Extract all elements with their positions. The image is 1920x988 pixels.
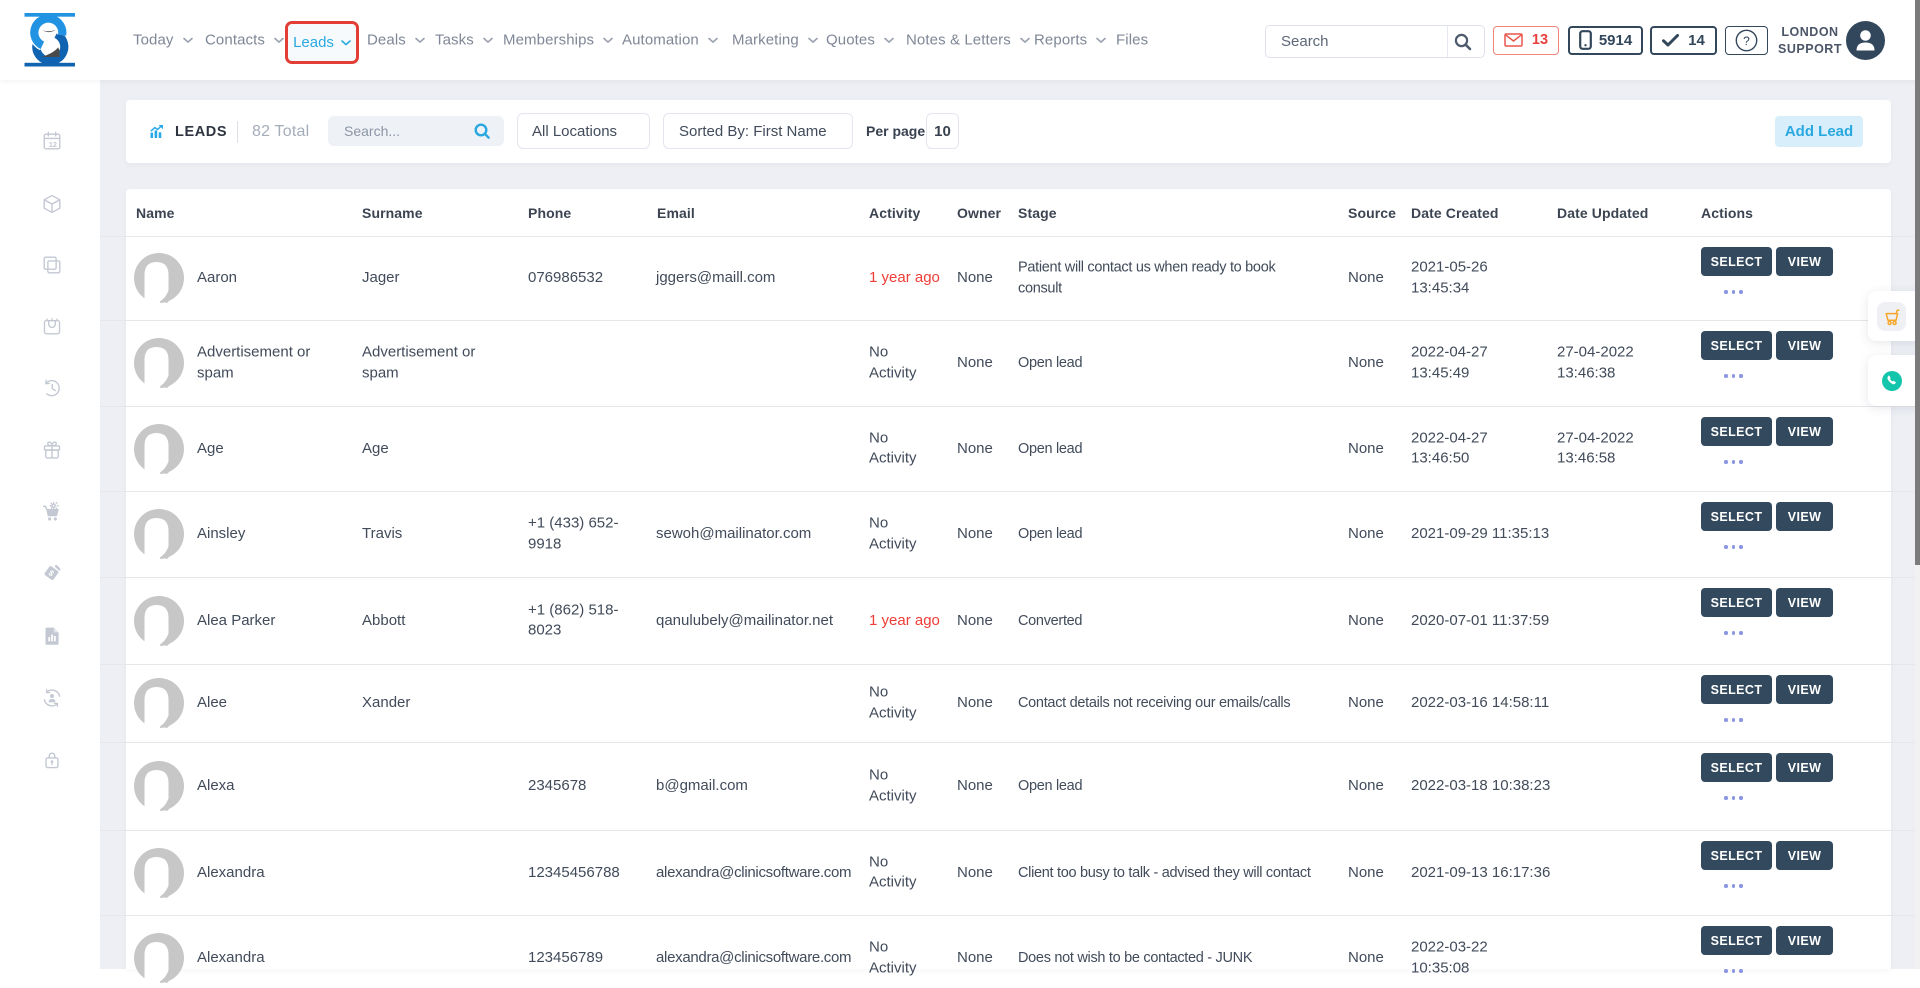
svg-text:?: ? bbox=[1743, 34, 1750, 48]
svg-text:12: 12 bbox=[49, 140, 57, 149]
